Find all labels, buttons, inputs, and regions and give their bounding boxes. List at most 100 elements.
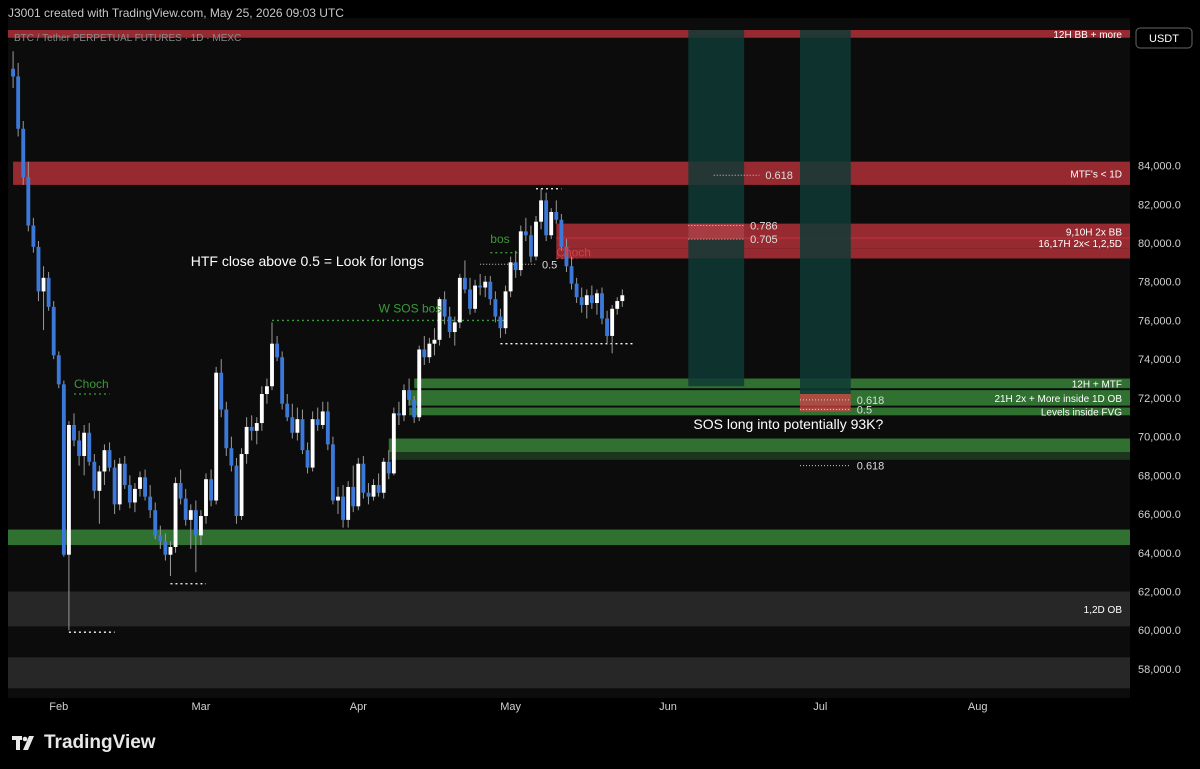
candle-down xyxy=(77,440,82,456)
candle-up xyxy=(381,461,386,493)
candle-down xyxy=(56,355,61,385)
tradingview-logo[interactable]: TradingView xyxy=(12,732,156,754)
candle-down xyxy=(163,541,168,555)
candle-down xyxy=(11,68,16,77)
candle-up xyxy=(534,221,538,257)
x-tick-label: May xyxy=(500,701,521,713)
candle-up xyxy=(66,424,71,555)
y-tick-label: 58,000.0 xyxy=(1138,664,1181,676)
candle-up xyxy=(539,200,544,222)
candle-down xyxy=(447,316,452,333)
chart-annotation: Choch xyxy=(556,246,591,260)
candle-down xyxy=(234,465,239,516)
candle-up xyxy=(473,285,478,309)
candle-down xyxy=(229,448,234,466)
zone-12h-mtf xyxy=(414,378,1131,389)
chart-annotation: Choch xyxy=(74,377,109,391)
candle-down xyxy=(600,293,604,319)
candle-up xyxy=(427,343,432,358)
candle-up xyxy=(620,295,625,302)
candle-down xyxy=(51,306,56,356)
candle-down xyxy=(442,299,447,317)
candle-down xyxy=(46,277,51,307)
tradingview-logo-icon xyxy=(12,736,34,750)
y-tick-label: 64,000.0 xyxy=(1138,548,1181,560)
y-tick-label: 78,000.0 xyxy=(1138,277,1181,289)
candle-up xyxy=(615,301,620,309)
candle-down xyxy=(407,390,412,400)
candle-down xyxy=(16,76,21,129)
candle-up xyxy=(270,343,274,387)
zone-mtf-s-1d xyxy=(13,161,1131,185)
y-tick-label: 84,000.0 xyxy=(1138,161,1181,173)
candle-down xyxy=(386,461,391,474)
candle-down xyxy=(559,219,564,247)
fib-level-label: 0.5 xyxy=(857,405,872,417)
candle-up xyxy=(402,390,406,416)
y-tick-label: 76,000.0 xyxy=(1138,315,1181,327)
fib-level-label: 0.618 xyxy=(857,461,885,473)
zone-label: 1,2D OB xyxy=(1084,605,1123,616)
candle-up xyxy=(244,426,249,455)
candle-down xyxy=(153,510,158,536)
chart-annotation: HTF close above 0.5 = Look for longs xyxy=(191,253,424,269)
x-tick-label: Jul xyxy=(813,701,827,713)
candle-up xyxy=(82,432,87,456)
candle-down xyxy=(209,479,214,501)
candle-down xyxy=(574,283,579,298)
candle-down xyxy=(183,498,188,520)
x-tick-label: Apr xyxy=(350,701,367,713)
symbol-title: BTC / Tether PERPETUAL FUTURES · 1D · ME… xyxy=(14,33,241,44)
candle-up xyxy=(132,488,137,503)
y-tick-label: 72,000.0 xyxy=(1138,393,1181,405)
candle-up xyxy=(518,231,523,271)
candle-up xyxy=(549,212,554,236)
candle-up xyxy=(310,419,315,468)
projection-column xyxy=(800,30,851,395)
candle-down xyxy=(143,477,148,497)
candle-up xyxy=(483,281,488,288)
x-tick-label: Aug xyxy=(968,701,988,713)
candle-down xyxy=(376,485,381,493)
candle-up xyxy=(264,386,269,395)
candle-down xyxy=(249,426,254,431)
zone-label: Levels inside FVG xyxy=(1041,407,1122,418)
fib-level-label: 0.618 xyxy=(765,170,793,182)
candle-down xyxy=(178,483,183,499)
fib-level-label: 0.5 xyxy=(542,259,557,271)
candle-down xyxy=(158,535,163,542)
candle-down xyxy=(325,411,330,445)
candle-up xyxy=(188,510,193,520)
candle-up xyxy=(173,483,178,547)
zone-lower-green-dark xyxy=(388,452,1130,460)
zone-label: 12H BB + more xyxy=(1053,30,1122,41)
candle-down xyxy=(544,200,549,236)
candle-down xyxy=(61,384,66,555)
candle-down xyxy=(341,496,346,520)
candle-up xyxy=(610,308,615,336)
candle-down xyxy=(193,510,198,536)
candle-down xyxy=(528,235,533,257)
zone-label: 9,10H 2x BB xyxy=(1066,227,1122,238)
target-box xyxy=(800,394,851,412)
zone-label: MTF's < 1D xyxy=(1070,169,1122,180)
zone-label: 21H 2x + More inside 1D OB xyxy=(994,394,1122,405)
candle-down xyxy=(589,295,594,304)
candle-up xyxy=(391,413,396,474)
candle-down xyxy=(122,463,127,486)
candle-up xyxy=(503,291,508,329)
y-tick-label: 60,000.0 xyxy=(1138,625,1181,637)
candle-down xyxy=(72,424,76,441)
candle-down xyxy=(219,372,224,410)
candle-down xyxy=(554,212,559,220)
candle-down xyxy=(285,403,290,418)
candle-up xyxy=(356,463,361,507)
zone-1-2d-ob xyxy=(8,591,1130,627)
time-axis-panel xyxy=(0,698,1200,718)
chart-canvas: 12H BB + more MTF's < 1D 9,10H 2x BB16,17H… xyxy=(0,0,1200,718)
y-tick-label: 80,000.0 xyxy=(1138,238,1181,250)
candle-down xyxy=(361,463,366,493)
candle-up xyxy=(97,471,102,491)
zone-label: 12H + MTF xyxy=(1072,379,1122,390)
candle-down xyxy=(478,285,483,288)
